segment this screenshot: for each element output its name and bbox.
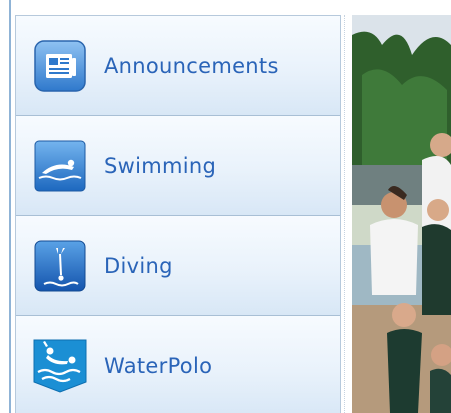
page-frame: Announcements Swimming Diving WaterPolo — [0, 0, 451, 413]
menu-item-swimming[interactable]: Swimming — [16, 116, 340, 216]
menu-item-diving[interactable]: Diving — [16, 216, 340, 316]
menu-item-label: WaterPolo — [104, 354, 213, 378]
menu-item-label: Swimming — [104, 153, 217, 178]
diver-icon — [34, 240, 86, 292]
swimmer-icon — [34, 140, 86, 192]
menu-item-label: Diving — [104, 253, 173, 278]
menu-item-waterpolo[interactable]: WaterPolo — [16, 316, 340, 413]
menu-item-label: Announcements — [104, 53, 279, 78]
menu-item-announcements[interactable]: Announcements — [16, 16, 340, 116]
newspaper-icon — [34, 40, 86, 92]
water-polo-icon — [32, 338, 88, 394]
sports-menu: Announcements Swimming Diving WaterPolo — [15, 15, 341, 413]
column-divider — [344, 15, 345, 413]
team-photo — [352, 15, 451, 413]
left-border — [9, 0, 11, 413]
